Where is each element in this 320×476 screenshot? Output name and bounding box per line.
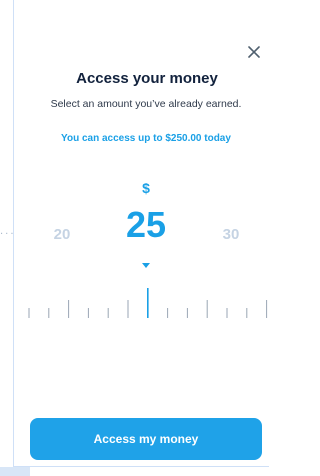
previous-amount-option[interactable]: 20 bbox=[42, 226, 82, 243]
ellipsis-icon: ··· bbox=[0, 229, 16, 240]
page-title: Access your money bbox=[76, 70, 218, 87]
access-money-button[interactable]: Access my money bbox=[30, 418, 262, 460]
bottom-edge-line bbox=[13, 466, 269, 467]
selected-amount: 25 bbox=[125, 204, 167, 245]
amount-slider-ruler[interactable] bbox=[0, 288, 269, 322]
caret-down-icon bbox=[142, 263, 150, 268]
bottom-tab bbox=[0, 467, 30, 476]
close-button[interactable] bbox=[244, 42, 264, 62]
access-limit-text: You can access up to $250.00 today bbox=[61, 133, 231, 144]
currency-symbol: $ bbox=[142, 180, 150, 196]
close-icon bbox=[248, 46, 260, 58]
page-subtitle: Select an amount you’ve already earned. bbox=[50, 98, 242, 110]
access-money-modal: ··· Access your money Select an amount y… bbox=[0, 0, 269, 476]
next-amount-option[interactable]: 30 bbox=[211, 226, 251, 243]
